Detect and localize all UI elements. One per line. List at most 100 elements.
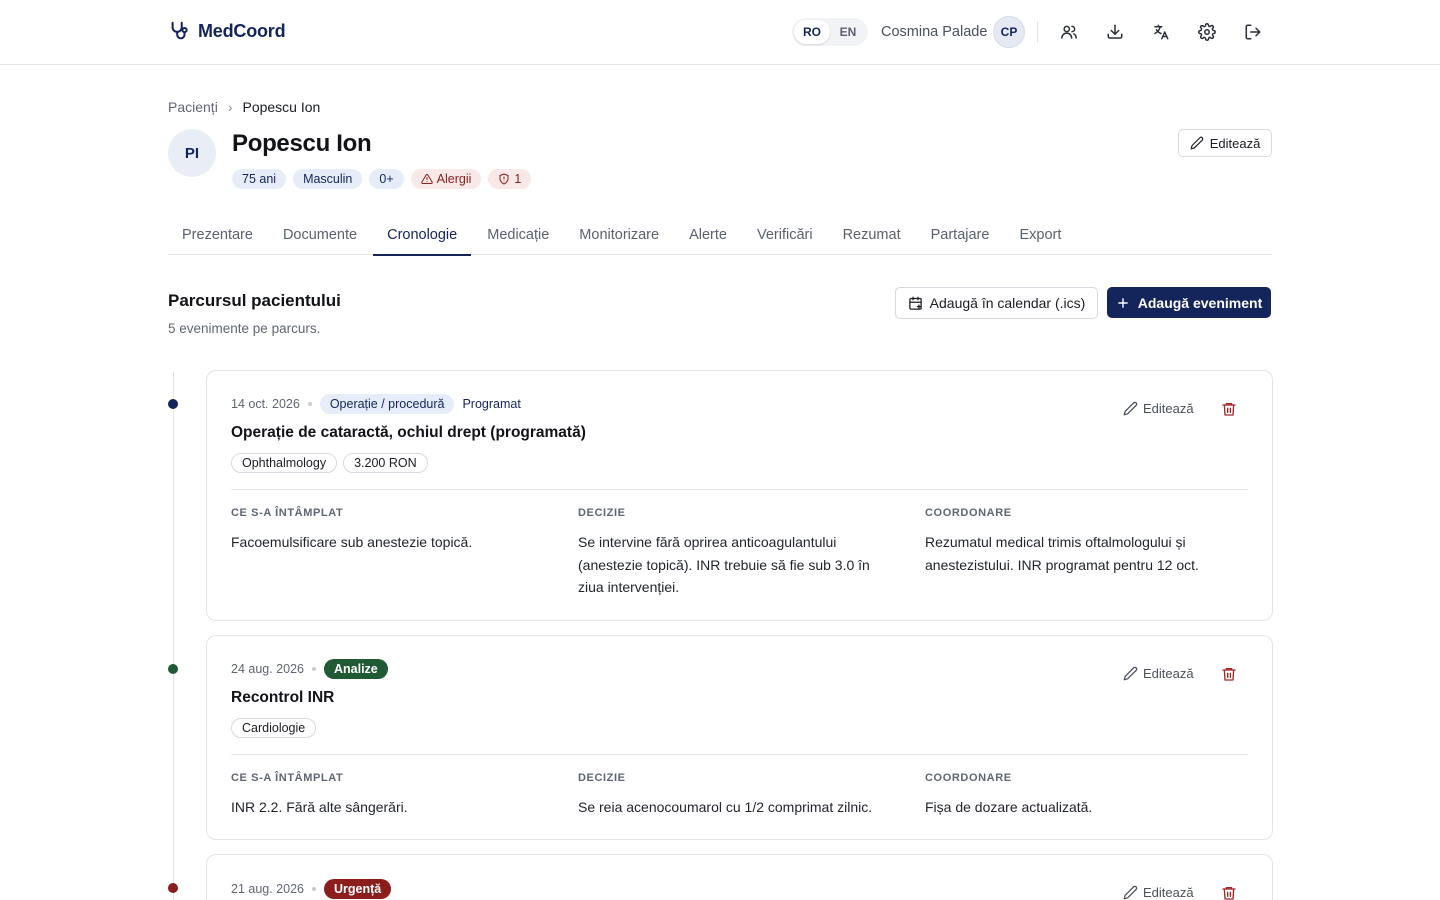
decision-label: DECIZIE — [578, 772, 626, 784]
tab-partajare[interactable]: Partajare — [917, 214, 1004, 255]
users-icon — [1061, 25, 1077, 39]
edit-event-button[interactable]: Editează — [1123, 401, 1194, 416]
sex-badge: Masculin — [293, 169, 363, 189]
warning-icon — [420, 173, 433, 184]
meta-separator — [312, 667, 316, 671]
event-chips: Cardiologie — [231, 718, 317, 738]
settings-button[interactable] — [1196, 21, 1218, 43]
stethoscope-icon — [171, 21, 188, 40]
pencil-icon — [1123, 666, 1138, 681]
decision-text: Se reia acenocoumarol cu 1/2 comprimat z… — [578, 799, 873, 815]
tab-documente[interactable]: Documente — [269, 214, 371, 255]
coordination-text: Fișa de dozare actualizată. — [925, 799, 1093, 815]
delete-event-button[interactable] — [1221, 885, 1239, 900]
edit-event-label: Editează — [1143, 666, 1194, 681]
trash-icon — [1222, 403, 1236, 416]
event-date: 14 oct. 2026 — [231, 397, 300, 411]
download-icon — [1107, 24, 1123, 39]
tab-alerte[interactable]: Alerte — [675, 214, 741, 255]
language-switch: RO EN — [792, 18, 868, 46]
timeline-dot — [168, 883, 178, 893]
decision-column: DECIZIE Se intervine fără oprirea antico… — [578, 507, 898, 599]
event-type-badge: Analize — [324, 659, 388, 679]
coordination-label: COORDONARE — [925, 507, 1012, 519]
event-chips: Ophthalmology 3.200 RON — [231, 453, 428, 473]
logout-button[interactable] — [1242, 21, 1264, 43]
event-card: 14 oct. 2026 Operație / procedură Progra… — [206, 370, 1273, 621]
delete-event-button[interactable] — [1221, 666, 1239, 684]
add-to-calendar-button[interactable]: Adaugă în calendar (.ics) — [895, 287, 1098, 319]
specialty-chip: Cardiologie — [231, 718, 317, 738]
allergy-label: Alergii — [436, 172, 472, 186]
coordination-label: COORDONARE — [925, 772, 1012, 784]
brand-logo[interactable]: MedCoord — [168, 20, 286, 42]
card-divider — [231, 489, 1248, 490]
allergy-badge[interactable]: Alergii — [410, 169, 482, 189]
event-meta: 24 aug. 2026 Analize — [231, 659, 388, 679]
download-button[interactable] — [1104, 21, 1126, 43]
top-bar: MedCoord RO EN Cosmina Palade CP — [0, 0, 1440, 65]
decision-label: DECIZIE — [578, 507, 626, 519]
add-event-label: Adaugă eveniment — [1137, 294, 1263, 311]
edit-event-label: Editează — [1143, 885, 1194, 900]
event-type-badge: Operație / procedură — [319, 394, 455, 414]
tab-prezentare[interactable]: Prezentare — [168, 214, 267, 255]
pencil-icon — [1190, 136, 1203, 150]
lang-en-button[interactable]: EN — [830, 20, 866, 44]
tab-cronologie[interactable]: Cronologie — [373, 214, 472, 256]
pencil-icon — [1123, 401, 1138, 416]
calendar-plus-icon — [908, 296, 922, 310]
meta-separator — [307, 402, 312, 406]
event-date: 21 aug. 2026 — [231, 882, 304, 896]
coordination-text: Rezumatul medical trimis oftalmologului … — [925, 534, 1199, 573]
timeline-dot — [168, 664, 178, 674]
tab-monitorizare[interactable]: Monitorizare — [565, 214, 673, 255]
event-date: 24 aug. 2026 — [231, 662, 304, 676]
specialty-chip: Ophthalmology — [231, 453, 338, 473]
meta-separator — [312, 887, 316, 891]
edit-patient-button[interactable]: Editează — [1178, 129, 1272, 157]
pencil-icon — [1123, 885, 1138, 900]
event-status: Programat — [462, 397, 521, 411]
what-happened-column: CE S-A ÎNTÂMPLAT INR 2.2. Fără alte sâng… — [231, 772, 551, 819]
edit-event-label: Editează — [1143, 401, 1194, 416]
gear-icon — [1198, 23, 1216, 41]
event-meta: 21 aug. 2026 Urgență — [231, 879, 392, 899]
breadcrumb-patients-link[interactable]: Pacienți — [168, 99, 218, 115]
add-event-button[interactable]: Adaugă eveniment — [1107, 287, 1271, 318]
trash-icon — [1222, 668, 1236, 681]
event-card: 24 aug. 2026 Analize Recontrol INR Cardi… — [206, 635, 1273, 840]
breadcrumb-current: Popescu Ion — [242, 99, 321, 115]
add-to-calendar-label: Adaugă în calendar (.ics) — [929, 295, 1086, 311]
delete-event-button[interactable] — [1221, 401, 1239, 419]
cost-chip: 3.200 RON — [343, 453, 428, 473]
what-happened-text: Facoemulsificare sub anestezie topică. — [231, 534, 473, 550]
section-subtitle: 5 evenimente pe parcurs. — [168, 321, 321, 336]
translate-button[interactable] — [1150, 21, 1172, 43]
trash-icon — [1222, 887, 1236, 900]
lang-ro-button[interactable]: RO — [794, 20, 830, 44]
event-title: Operație de cataractă, ochiul drept (pro… — [231, 424, 586, 441]
edit-event-button[interactable]: Editează — [1123, 666, 1194, 681]
tab-rezumat[interactable]: Rezumat — [829, 214, 915, 255]
alert-count: 1 — [514, 172, 522, 186]
timeline-dot — [168, 399, 178, 409]
coordination-column: COORDONARE Fișa de dozare actualizată. — [925, 772, 1245, 819]
decision-text: Se intervine fără oprirea anticoagulantu… — [578, 534, 870, 595]
patient-tags: 75 ani Masculin 0+ Alergii 1 — [232, 169, 532, 189]
what-happened-label: CE S-A ÎNTÂMPLAT — [231, 507, 344, 519]
users-button[interactable] — [1058, 21, 1080, 43]
brand-name: MedCoord — [198, 20, 286, 41]
tab-medicatie[interactable]: Medicație — [473, 214, 563, 255]
tab-verificari[interactable]: Verificări — [743, 214, 827, 255]
patient-avatar: PI — [168, 129, 216, 177]
alert-count-badge[interactable]: 1 — [488, 169, 532, 189]
patient-name: Popescu Ion — [232, 130, 372, 157]
user-avatar[interactable]: CP — [993, 16, 1025, 48]
edit-event-button[interactable]: Editează — [1123, 885, 1194, 900]
user-name: Cosmina Palade — [881, 24, 988, 40]
plus-icon — [1117, 297, 1128, 308]
tab-export[interactable]: Export — [1005, 214, 1075, 255]
what-happened-column: CE S-A ÎNTÂMPLAT Facoemulsificare sub an… — [231, 507, 551, 554]
event-card: 21 aug. 2026 Urgență Editează — [206, 854, 1273, 900]
